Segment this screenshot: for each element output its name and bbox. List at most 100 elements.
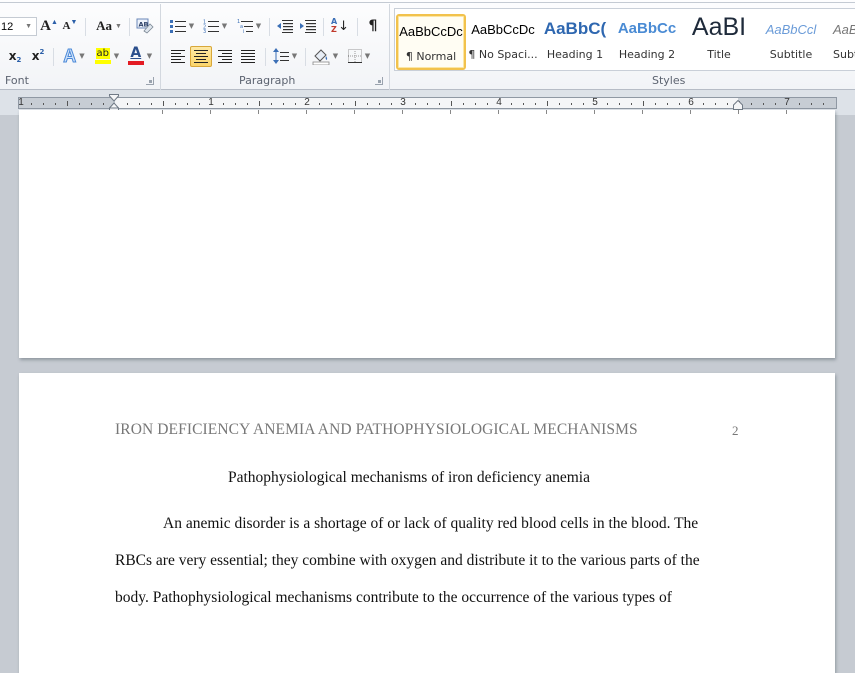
ruler-half-inch-tick [259,101,260,106]
borders-button[interactable]: ▼ [345,46,373,66]
ruler-label: 7 [784,97,790,108]
chevron-down-icon: ▼ [221,22,228,30]
ruler-eighth-tick [79,103,80,105]
ruler-eighth-tick [235,103,236,105]
sort-button[interactable]: A Z ↓ [329,15,351,37]
ruler-label: 3 [400,97,406,108]
style-heading-1[interactable]: AaBbC( Heading 1 [540,14,610,70]
clear-formatting-button[interactable]: AB [135,15,155,37]
ruler-eighth-tick [715,103,716,105]
ruler-eighth-tick [439,103,440,105]
justify-button[interactable] [238,46,258,66]
separator [265,48,266,66]
ruler-label: 1 [18,97,24,108]
numbering-icon: 123 [203,20,219,33]
align-right-icon [218,49,232,63]
subscript-icon: x [8,49,17,63]
style-heading-2[interactable]: AaBbCc Heading 2 [612,14,682,70]
paragraph-line: RBCs are very essential; they combine wi… [115,552,700,569]
document-page-2[interactable]: IRON DEFICIENCY ANEMIA AND PATHOPHYSIOLO… [19,373,835,673]
ruler-eighth-tick [415,103,416,105]
right-indent-marker[interactable] [733,100,743,110]
style-normal[interactable]: AaBbCcDc ¶ Normal [396,14,466,70]
chevron-down-icon: ▼ [79,52,85,60]
multilevel-list-button[interactable]: 1ai ▼ [235,16,263,36]
change-case-button[interactable]: Aa ▼ [95,16,123,36]
document-title: Pathophysiological mechanisms of iron de… [228,469,590,486]
font-size-combobox[interactable]: 12 ▼ [0,17,37,36]
down-arrow-icon: ↓ [338,18,350,34]
horizontal-ruler[interactable]: 1 1 2 3 4 5 6 7 [18,97,837,109]
decrease-indent-icon [277,20,293,33]
numbering-button[interactable]: 123 ▼ [201,16,229,36]
ruler-eighth-tick [463,103,464,105]
font-color-bar [127,61,144,65]
font-color-button[interactable]: A ▼ [125,46,155,66]
ruler-eighth-tick [427,103,428,105]
style-name: Heading 2 [618,48,676,61]
style-preview: AaBbC( [543,19,607,38]
ruler-eighth-tick [763,103,764,105]
font-color-icon: A [127,46,144,65]
ruler-tab-stop-tick [258,110,259,114]
line-spacing-icon [272,48,289,64]
chevron-down-icon: ▼ [188,22,195,30]
superscript-button[interactable]: x2 [28,46,48,66]
separator [269,18,270,36]
grow-font-button[interactable]: A ▲ [40,16,58,36]
shading-button[interactable]: ▼ [311,46,339,66]
ribbon-top-border [0,2,855,3]
chevron-down-icon: ▼ [114,22,122,30]
line-spacing-button[interactable]: ▼ [271,46,299,66]
decrease-indent-button[interactable] [275,16,295,36]
ruler-eighth-tick [679,103,680,105]
separator [323,18,324,36]
highlight-text: ab [95,48,111,59]
paragraph-line: body. Pathophysiological mechanisms cont… [115,589,672,606]
increase-indent-icon [300,20,316,33]
style-subtle-emphasis[interactable]: AaB Subt [828,14,855,70]
style-subtitle[interactable]: AaBbCcl Subtitle [756,14,826,70]
align-right-button[interactable] [215,46,235,66]
ruler-eighth-tick [487,103,488,105]
ruler-eighth-tick [799,103,800,105]
align-left-button[interactable] [168,46,188,66]
text-effects-button[interactable]: A ▼ [60,45,88,66]
separator [53,48,54,66]
document-page-1[interactable] [19,110,835,358]
subscript-button[interactable]: x2 [5,46,25,66]
align-center-button[interactable] [190,46,212,67]
ruler-eighth-tick [607,103,608,105]
ruler-half-inch-tick [355,101,356,106]
font-dialog-launcher[interactable] [146,77,154,85]
increase-indent-button[interactable] [298,16,318,36]
superscript-digit: 2 [39,48,45,56]
ruler-eighth-tick [319,103,320,105]
style-preview: AaBbCcDc [399,24,463,39]
paragraph-dialog-launcher[interactable] [375,77,383,85]
style-preview: AaBbCc [617,20,677,37]
ruler-eighth-tick [331,103,332,105]
style-name: ¶ No Spaci... [468,48,538,61]
paint-bucket-icon [312,48,330,65]
page-number: 2 [732,423,739,438]
highlight-button[interactable]: ab ▼ [92,46,122,66]
ruler-eighth-tick [31,103,32,105]
shrink-font-button[interactable]: A ▼ [62,16,78,36]
chevron-down-icon[interactable]: ▼ [25,23,32,30]
chevron-down-icon: ▼ [255,22,262,30]
ruler-eighth-tick [475,103,476,105]
style-no-spacing[interactable]: AaBbCcDc ¶ No Spaci... [468,14,538,70]
separator [85,18,86,36]
bullets-button[interactable]: ▼ [169,16,195,36]
ruler-eighth-tick [631,103,632,105]
ruler-eighth-tick [379,103,380,105]
ruler-eighth-tick [43,103,44,105]
style-title[interactable]: AaBI Title [684,13,754,70]
show-formatting-marks-button[interactable]: ¶ [364,16,382,36]
font-group: 12 ▼ A ▲ A ▼ Aa ▼ AB x2 x2 A ▼ ab ▼ A ▼ … [0,4,161,90]
style-name: Heading 1 [546,48,604,61]
ribbon: 12 ▼ A ▲ A ▼ Aa ▼ AB x2 x2 A ▼ ab ▼ A ▼ … [0,0,855,90]
chevron-down-icon: ▼ [332,52,339,60]
ruler-eighth-tick [811,103,812,105]
